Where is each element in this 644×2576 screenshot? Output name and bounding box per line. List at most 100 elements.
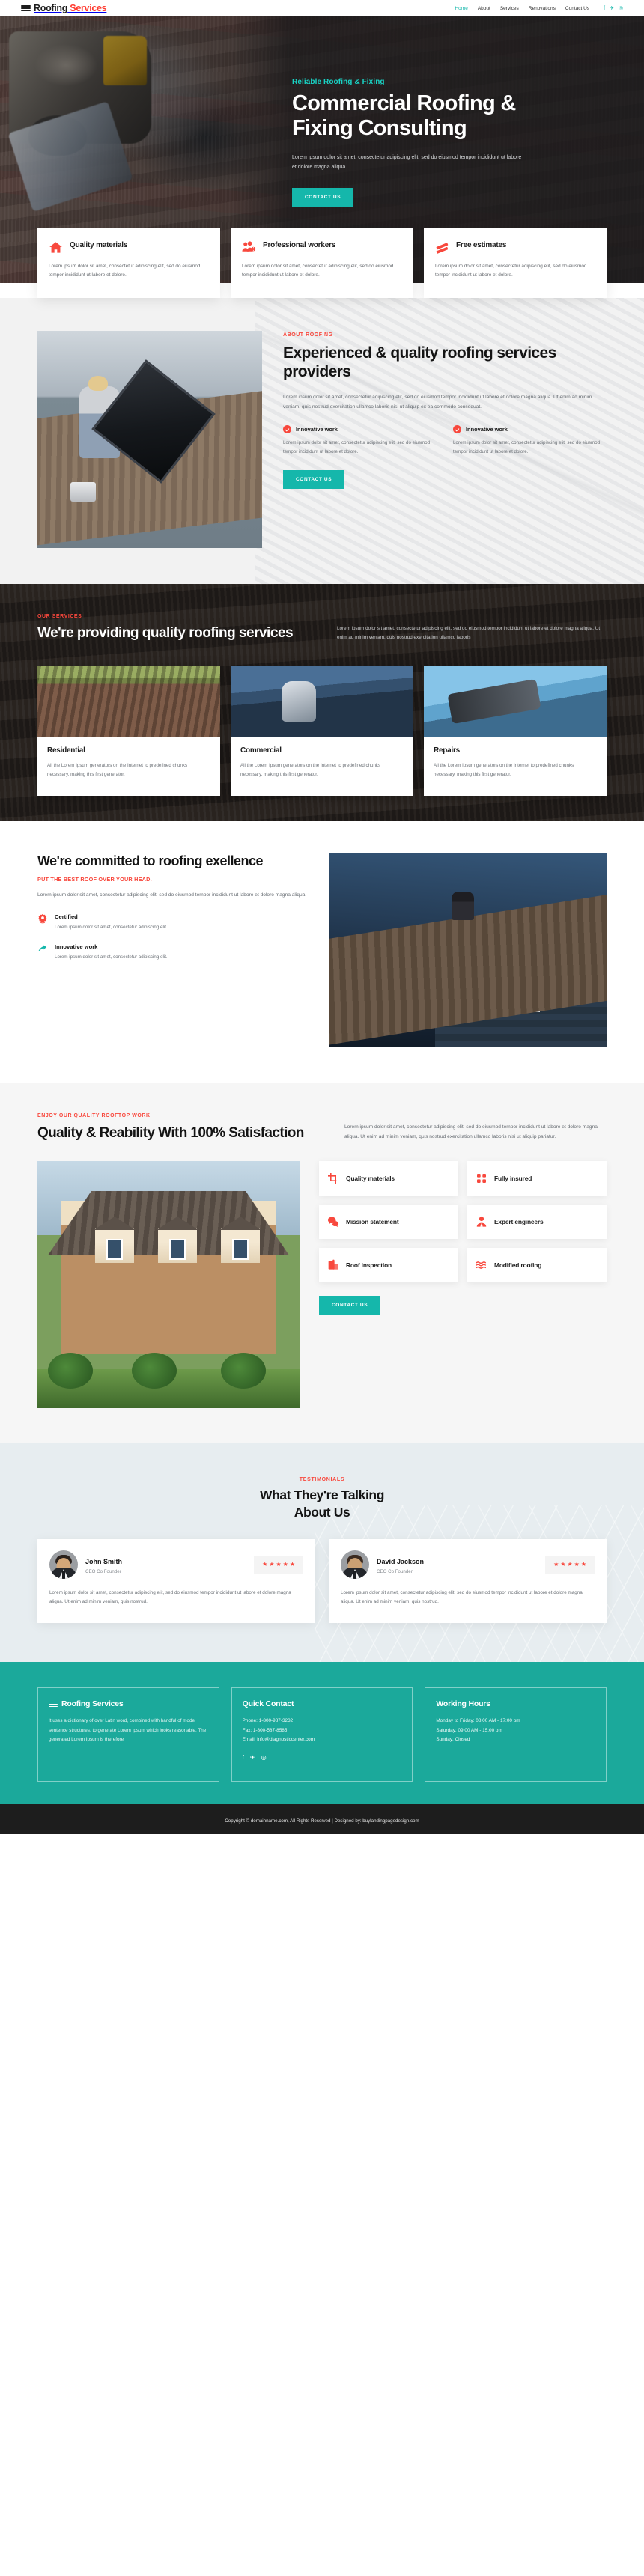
quality-contact-us-button[interactable]: CONTACT US [319, 1296, 381, 1315]
services-header-right: Lorem ipsum dolor sit amet, consectetur … [337, 614, 607, 643]
quality-item-roof-inspection[interactable]: Roof inspection [319, 1248, 458, 1283]
main-nav: Home About Services Renovations Contact … [455, 6, 623, 11]
check-circle-icon [453, 425, 461, 434]
quality-cta-wrapper: CONTACT US [319, 1296, 607, 1315]
service-card-image [231, 665, 413, 737]
site-logo[interactable]: Roofing Services [21, 3, 107, 13]
workers-icon [242, 240, 256, 255]
footer-contact-fax: Fax: 1-800-587-8585 [242, 1727, 288, 1733]
rating-stars: ★ ★ ★ ★ ★ [254, 1555, 303, 1574]
logo-text: Roofing Services [34, 3, 107, 13]
footer-hours-title: Working Hours [436, 1699, 490, 1709]
about-points: Innovative work Lorem ipsum dolor sit am… [283, 425, 607, 457]
copyright-text: Copyright © domainname.com, All Rights R… [225, 1818, 419, 1824]
about-text-block: ABOUT ROOFING Experienced & quality roof… [283, 331, 607, 548]
site-footer: Roofing Services It uses a dictionary of… [0, 1662, 644, 1805]
about-image [37, 330, 262, 548]
quality-item-label: Expert engineers [494, 1217, 544, 1225]
service-card-body: Residential All the Lorem Ipsum generato… [37, 737, 220, 796]
about-eyebrow: ABOUT ROOFING [283, 332, 333, 338]
star-icon: ★ [567, 1560, 573, 1568]
feature-card-title: Quality materials [70, 241, 128, 249]
testimonial-card-header: David Jackson CEO Co Founder ★ ★ ★ ★ ★ [341, 1550, 595, 1579]
footer-social-links: f ✈ ◎ [243, 1754, 402, 1761]
testimonial-identity: John Smith CEO Co Founder [85, 1554, 122, 1574]
service-card-title: Residential [47, 746, 85, 755]
feature-card-text: Lorem ipsum dolor sit amet, consectetur … [242, 264, 394, 278]
waves-icon [21, 4, 31, 13]
testimonial-identity: David Jackson CEO Co Founder [377, 1554, 424, 1574]
footer-contact-email: Email: info@diagnosticcenter.com [242, 1737, 315, 1743]
star-icon: ★ [269, 1560, 275, 1568]
facebook-icon[interactable]: f [604, 6, 605, 11]
about-content: ABOUT ROOFING Experienced & quality roof… [37, 330, 607, 548]
footer-hours-weekdays: Monday to Friday: 08:00 AM - 17:00 pm [436, 1718, 520, 1724]
quality-header-left: ENJOY OUR QUALITY ROOFTOP WORK Quality &… [37, 1113, 322, 1142]
service-card-image [37, 665, 220, 737]
footer-about-text: It uses a dictionary of over Latin word,… [49, 1718, 207, 1742]
committed-text-block: We're committed to roofing exellence PUT… [37, 853, 307, 961]
quality-item-expert-engineers[interactable]: Expert engineers [467, 1205, 607, 1240]
nav-item-renovations[interactable]: Renovations [529, 6, 556, 11]
quality-header: ENJOY OUR QUALITY ROOFTOP WORK Quality &… [37, 1113, 607, 1142]
about-contact-us-button[interactable]: CONTACT US [283, 470, 345, 490]
testimonials-title-line2: About Us [294, 1505, 350, 1520]
nav-item-contact-us[interactable]: Contact Us [565, 6, 589, 11]
service-cards: Residential All the Lorem Ipsum generato… [37, 665, 607, 821]
site-header: Roofing Services Home About Services Ren… [0, 0, 644, 16]
copyright-bar: Copyright © domainname.com, All Rights R… [0, 1804, 644, 1835]
quality-item-fully-insured[interactable]: Fully insured [467, 1161, 607, 1196]
about-point-title: Innovative work [296, 426, 338, 433]
service-card-repairs[interactable]: Repairs All the Lorem Ipsum generators o… [424, 665, 607, 797]
quality-image-bush [221, 1353, 266, 1389]
nav-item-home[interactable]: Home [455, 6, 467, 11]
feature-card-header: Free estimates [435, 240, 595, 255]
quality-item-quality-materials[interactable]: Quality materials [319, 1161, 458, 1196]
testimonials-section: TESTIMONIALS What They're Talking About … [0, 1443, 644, 1663]
badge-icon [37, 913, 48, 924]
quality-item-modified-roofing[interactable]: Modified roofing [467, 1248, 607, 1283]
hero-title-line2: Fixing Consulting [292, 116, 467, 141]
about-section: ABOUT ROOFING Experienced & quality roof… [0, 297, 644, 584]
testimonials-title: What They're Talking About Us [37, 1487, 607, 1521]
instagram-icon[interactable]: ◎ [261, 1754, 267, 1761]
committed-image-worker [451, 892, 474, 921]
nav-item-services[interactable]: Services [500, 6, 519, 11]
quality-item-mission-statement[interactable]: Mission statement [319, 1205, 458, 1240]
quality-item-label: Modified roofing [494, 1261, 542, 1269]
waves-icon [476, 1259, 487, 1271]
service-card-commercial[interactable]: Commercial All the Lorem Ipsum generator… [231, 665, 413, 797]
hero-copy: Reliable Roofing & Fixing Commercial Roo… [292, 78, 607, 207]
quality-header-right: Lorem ipsum dolor sit amet, consectetur … [344, 1113, 607, 1142]
twitter-icon[interactable]: ✈ [250, 1754, 255, 1761]
hero-content: Reliable Roofing & Fixing Commercial Roo… [37, 16, 607, 207]
estimate-icon [435, 240, 449, 255]
facebook-icon[interactable]: f [243, 1754, 244, 1761]
footer-about-title-wrap: Roofing Services [49, 1699, 208, 1708]
committed-paragraph: Lorem ipsum dolor sit amet, consectetur … [37, 892, 307, 898]
committed-item-certified: Certified Lorem ipsum dolor sit amet, co… [37, 913, 307, 931]
nav-item-about[interactable]: About [478, 6, 490, 11]
engineer-icon [476, 1216, 487, 1228]
services-eyebrow: OUR SERVICES [37, 613, 82, 619]
instagram-icon[interactable]: ◎ [619, 6, 623, 11]
check-circle-icon [283, 425, 291, 434]
footer-columns: Roofing Services It uses a dictionary of… [37, 1687, 607, 1782]
service-card-residential[interactable]: Residential All the Lorem Ipsum generato… [37, 665, 220, 797]
feature-card-free-estimates: Free estimates Lorem ipsum dolor sit ame… [424, 228, 607, 298]
home-icon [49, 240, 63, 255]
service-card-title: Repairs [434, 746, 460, 755]
grid-dots-icon [476, 1172, 487, 1184]
committed-section: We're committed to roofing exellence PUT… [0, 821, 644, 1084]
feature-card-quality-materials: Quality materials Lorem ipsum dolor sit … [37, 228, 220, 298]
hero-contact-us-button[interactable]: CONTACT US [292, 187, 354, 207]
star-icon: ★ [262, 1560, 268, 1568]
about-point: Innovative work Lorem ipsum dolor sit am… [453, 425, 607, 457]
rating-stars: ★ ★ ★ ★ ★ [545, 1555, 595, 1574]
star-icon: ★ [560, 1560, 566, 1568]
twitter-icon[interactable]: ✈ [610, 6, 614, 11]
hero-paragraph: Lorem ipsum dolor sit amet, consectetur … [292, 154, 522, 170]
feature-card-professional-workers: Professional workers Lorem ipsum dolor s… [231, 228, 413, 298]
testimonials-title-line1: What They're Talking [259, 1488, 384, 1503]
service-card-image [424, 665, 607, 737]
